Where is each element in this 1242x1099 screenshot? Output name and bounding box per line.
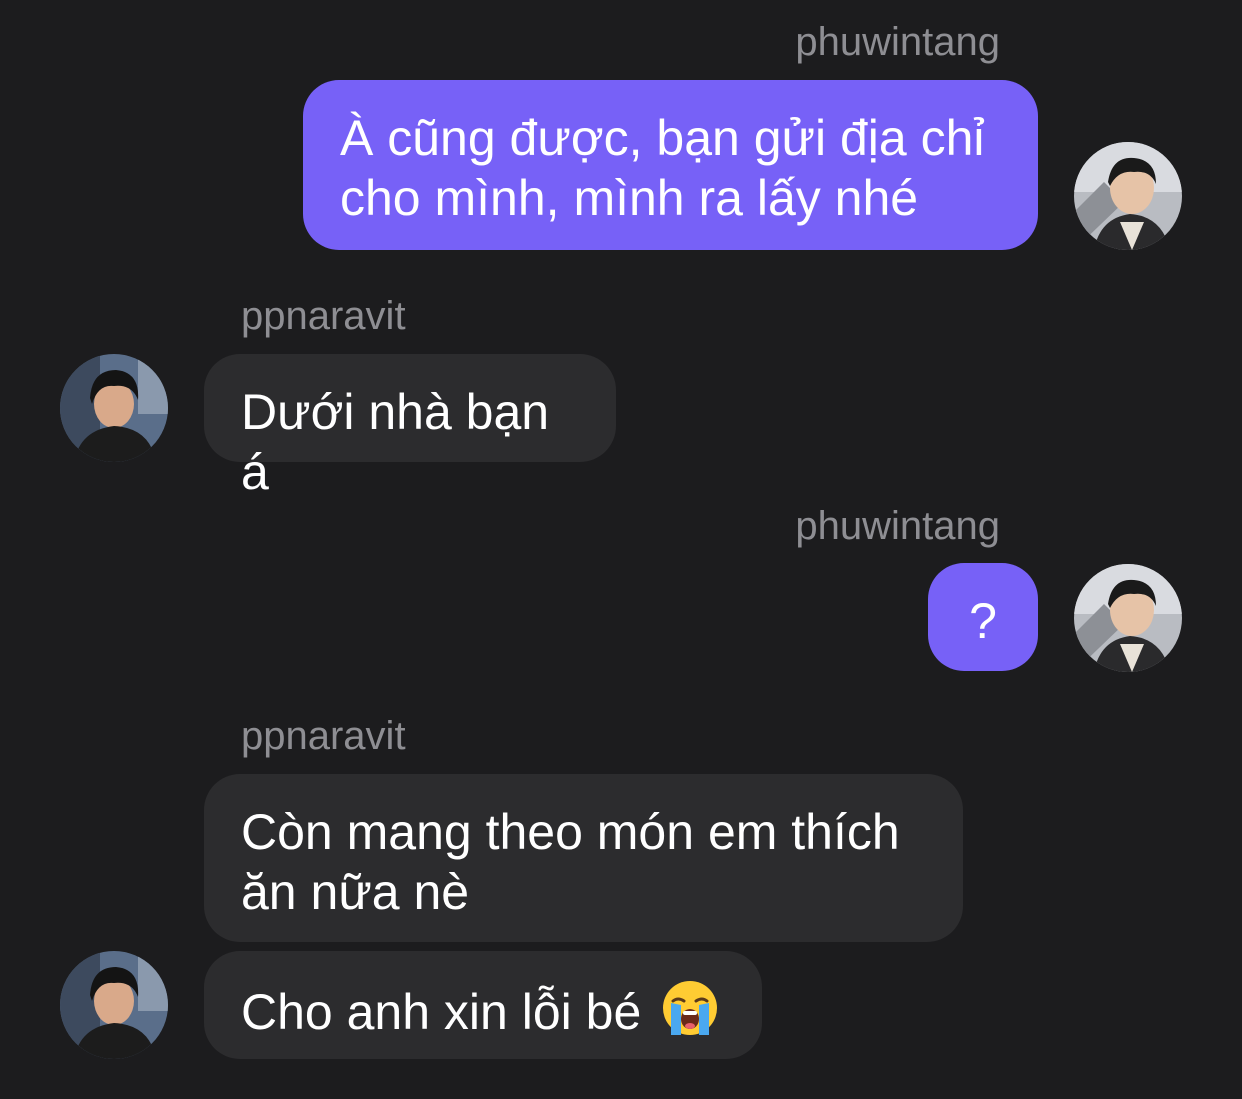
- sender-name: phuwintang: [795, 504, 1000, 548]
- message-text: Cho anh xin lỗi bé: [241, 984, 642, 1040]
- message-bubble-incoming[interactable]: Dưới nhà bạn á: [204, 354, 616, 500]
- loudly-crying-face-icon: [661, 979, 719, 1050]
- message-text: ?: [969, 593, 997, 649]
- message-bubble-outgoing[interactable]: ?: [928, 563, 1038, 671]
- message-text-line: À cũng được, bạn gửi địa chỉ: [340, 110, 985, 166]
- avatar-photo-icon: [1074, 142, 1182, 250]
- avatar-phuwintang[interactable]: [1074, 142, 1182, 250]
- message-text-line: Còn mang theo món em thích: [241, 804, 900, 860]
- avatar-ppnaravit[interactable]: [60, 354, 168, 462]
- avatar-ppnaravit[interactable]: [60, 951, 168, 1059]
- avatar-phuwintang[interactable]: [1074, 564, 1182, 672]
- avatar-photo-icon: [60, 951, 168, 1059]
- message-bubble-outgoing[interactable]: À cũng được, bạn gửi địa chỉ cho mình, m…: [303, 80, 1038, 250]
- sender-name: ppnaravit: [241, 714, 406, 758]
- message-bubble-incoming[interactable]: Cho anh xin lỗi bé: [204, 951, 762, 1059]
- sender-name: ppnaravit: [241, 294, 406, 338]
- message-text-line: ăn nữa nè: [241, 864, 470, 920]
- chat-thread: phuwintang À cũng được, bạn gửi địa chỉ …: [0, 0, 1242, 1099]
- message-text: Dưới nhà bạn á: [241, 384, 550, 500]
- message-text-line: cho mình, mình ra lấy nhé: [340, 170, 919, 226]
- avatar-photo-icon: [1074, 564, 1182, 672]
- message-bubble-incoming[interactable]: Còn mang theo món em thích ăn nữa nè: [204, 774, 963, 942]
- avatar-photo-icon: [60, 354, 168, 462]
- sender-name: phuwintang: [795, 20, 1000, 64]
